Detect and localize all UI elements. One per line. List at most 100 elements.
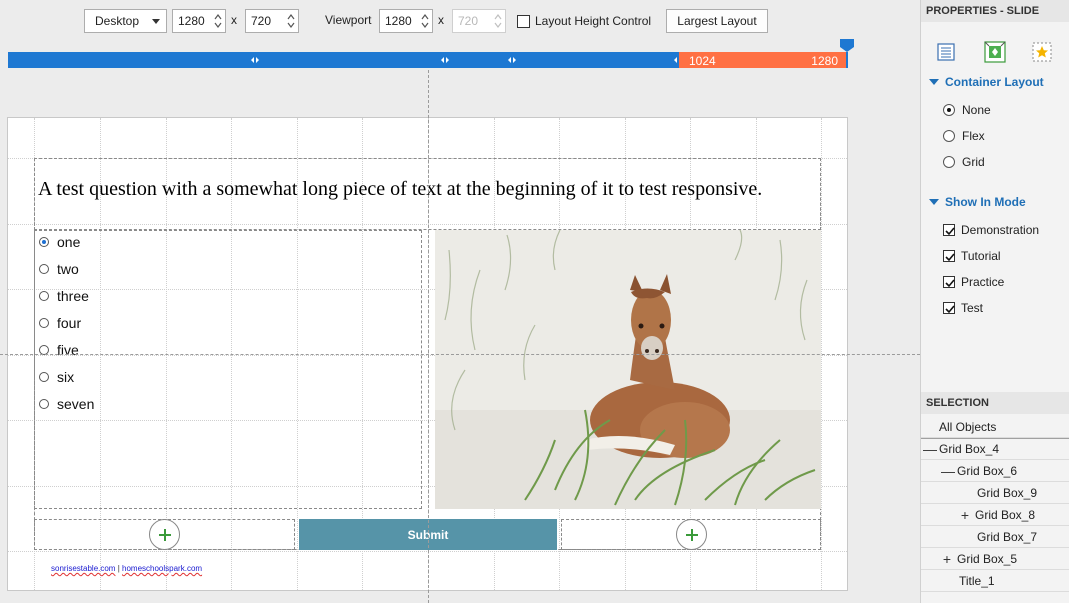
breakpoint-marker-icon[interactable] (251, 56, 259, 64)
option-label: Grid (962, 155, 985, 169)
credit-link-right[interactable]: homeschoolspark.com (122, 564, 202, 573)
device-dropdown-label: Desktop (95, 14, 140, 28)
image-credit: sonrisestable.com | homeschoolspark.com (51, 564, 202, 573)
width-spinner[interactable]: 1280 (172, 9, 226, 33)
size-separator: x (231, 13, 237, 27)
tree-item-grid-box-9[interactable]: Grid Box_9 (921, 482, 1069, 504)
selection-header: SELECTION (921, 392, 1069, 414)
radio-selected-icon[interactable] (943, 104, 955, 116)
choice-item[interactable]: one (39, 233, 80, 251)
choice-item[interactable]: three (39, 287, 89, 305)
mode-tutorial[interactable]: Tutorial (943, 249, 1001, 263)
spinner-arrows-icon[interactable] (213, 12, 223, 30)
radio-icon[interactable] (39, 399, 49, 409)
breakpoint-bar[interactable]: 1024 1280 (8, 52, 848, 68)
radio-icon[interactable] (39, 291, 49, 301)
tree-item-grid-box-8[interactable]: + Grid Box_8 (921, 504, 1069, 526)
tree-item-label: Grid Box_9 (977, 485, 1038, 500)
style-list-icon[interactable] (936, 42, 956, 62)
breakpoint-label: 1024 (689, 54, 716, 68)
choice-item[interactable]: five (39, 341, 79, 359)
tree-item-all-objects[interactable]: All Objects (921, 416, 1069, 438)
choices-box[interactable] (34, 230, 422, 509)
tree-item-title-1[interactable]: Title_1 (921, 570, 1069, 592)
tree-item-label: Grid Box_7 (977, 529, 1038, 544)
breakpoint-marker-icon[interactable] (441, 56, 449, 64)
radio-icon[interactable] (39, 372, 49, 382)
radio-icon[interactable] (39, 264, 49, 274)
mode-practice[interactable]: Practice (943, 275, 1004, 289)
mode-test[interactable]: Test (943, 301, 983, 315)
layout-option-flex[interactable]: Flex (943, 129, 985, 143)
add-element-button[interactable] (149, 519, 180, 550)
option-label: Test (961, 301, 984, 315)
checkbox-checked-icon[interactable] (943, 276, 955, 288)
active-breakpoint-segment[interactable]: 1024 1280 (679, 52, 848, 68)
breakpoint-handle-icon[interactable] (838, 38, 856, 68)
checkbox-checked-icon[interactable] (943, 302, 955, 314)
expand-plus-icon[interactable]: + (959, 507, 971, 523)
plus-icon (158, 528, 171, 541)
choice-label: two (57, 261, 79, 277)
choice-label: five (57, 342, 79, 358)
height-spinner[interactable]: 720 (245, 9, 299, 33)
collapse-triangle-icon[interactable] (929, 79, 939, 85)
collapse-icon[interactable]: — (941, 463, 955, 479)
breakpoint-label: 1280 (811, 54, 838, 68)
horizontal-guide[interactable] (0, 354, 920, 355)
layout-option-grid[interactable]: Grid (943, 155, 985, 169)
expand-plus-icon[interactable]: + (941, 551, 953, 567)
choice-label: three (57, 288, 89, 304)
layout-height-checkbox[interactable] (517, 14, 530, 28)
collapse-icon[interactable]: — (923, 441, 937, 457)
viewport-width-spinner[interactable]: 1280 (379, 9, 433, 33)
tree-item-grid-box-4[interactable]: — Grid Box_4 (921, 438, 1069, 460)
mode-demonstration[interactable]: Demonstration (943, 223, 1039, 237)
canvas-area: Desktop 1280 x 720 Viewport 1280 x 720 L… (0, 0, 920, 603)
device-dropdown[interactable]: Desktop (84, 9, 167, 33)
radio-icon[interactable] (943, 156, 955, 168)
layout-option-none[interactable]: None (943, 103, 991, 117)
choice-label: four (57, 315, 82, 331)
choice-item[interactable]: six (39, 368, 74, 386)
largest-layout-label: Largest Layout (677, 14, 757, 28)
credit-link-left[interactable]: sonrisestable.com (51, 564, 115, 573)
tree-item-label: Grid Box_4 (939, 442, 1000, 456)
radio-selected-icon[interactable] (39, 237, 49, 247)
checkbox-checked-icon[interactable] (943, 224, 955, 236)
largest-layout-button[interactable]: Largest Layout (666, 9, 768, 33)
choice-item[interactable]: four (39, 314, 81, 332)
breakpoint-marker-icon[interactable] (508, 56, 516, 64)
spinner-arrows-icon[interactable] (420, 12, 430, 30)
top-toolbar: Desktop 1280 x 720 Viewport 1280 x 720 L… (0, 0, 920, 40)
tree-item-label: Grid Box_6 (957, 463, 1018, 478)
viewport-height-value: 720 (458, 14, 479, 28)
effects-star-icon[interactable] (1032, 42, 1052, 62)
tree-item-grid-box-7[interactable]: Grid Box_7 (921, 526, 1069, 548)
layout-icon[interactable] (984, 41, 1006, 63)
add-element-button[interactable] (676, 519, 707, 550)
radio-icon[interactable] (39, 318, 49, 328)
tree-item-label: Grid Box_8 (975, 507, 1036, 522)
question-title[interactable]: A test question with a somewhat long pie… (38, 178, 762, 201)
radio-icon[interactable] (943, 130, 955, 142)
show-in-mode-section[interactable]: Show In Mode (929, 195, 1026, 209)
tree-item-grid-box-5[interactable]: + Grid Box_5 (921, 548, 1069, 570)
option-label: Practice (961, 275, 1005, 289)
option-label: Flex (962, 129, 985, 143)
tree-item-grid-box-6[interactable]: — Grid Box_6 (921, 460, 1069, 482)
choice-item[interactable]: seven (39, 395, 94, 413)
option-label: Tutorial (961, 249, 1001, 263)
layout-height-control[interactable]: Layout Height Control (517, 13, 651, 29)
spinner-arrows-icon[interactable] (286, 12, 296, 30)
plus-icon (685, 528, 698, 541)
choice-item[interactable]: two (39, 260, 79, 278)
collapse-triangle-icon[interactable] (929, 199, 939, 205)
height-value: 720 (251, 14, 272, 28)
spinner-arrows-icon (493, 12, 503, 30)
foal-photo[interactable] (435, 230, 821, 509)
vertical-guide[interactable] (428, 70, 429, 603)
checkbox-checked-icon[interactable] (943, 250, 955, 262)
choice-label: one (57, 234, 81, 250)
container-layout-section[interactable]: Container Layout (929, 75, 1044, 89)
